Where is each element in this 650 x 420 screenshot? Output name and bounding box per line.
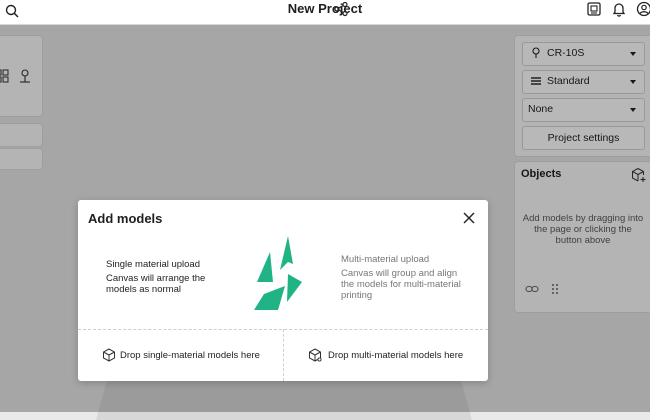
share-icon[interactable]	[333, 1, 349, 17]
drop-multi-material-zone[interactable]: Drop multi-material models here	[284, 330, 488, 381]
drop-multi-label: Drop multi-material models here	[328, 350, 463, 361]
add-models-dialog: Add models Single material upload Canvas…	[78, 200, 488, 381]
single-material-description: Canvas will arrange the models as normal	[106, 273, 236, 295]
dialog-title: Add models	[88, 211, 162, 226]
single-material-title[interactable]: Single material upload	[106, 259, 200, 270]
multi-material-description: Canvas will group and align the models f…	[341, 268, 471, 301]
cube-single-icon	[102, 348, 116, 362]
drop-single-label: Drop single-material models here	[120, 350, 260, 361]
multi-material-title[interactable]: Multi-material upload	[341, 254, 429, 265]
brand-logo-icon	[253, 236, 305, 312]
close-icon[interactable]	[463, 212, 475, 224]
printer-icon[interactable]	[586, 1, 602, 17]
project-title[interactable]: New Project	[288, 0, 362, 18]
drop-single-material-zone[interactable]: Drop single-material models here	[78, 330, 283, 381]
bell-icon[interactable]	[611, 1, 627, 17]
user-icon[interactable]	[636, 1, 650, 17]
cube-multi-icon	[308, 348, 322, 362]
top-bar: New Project	[0, 0, 650, 25]
